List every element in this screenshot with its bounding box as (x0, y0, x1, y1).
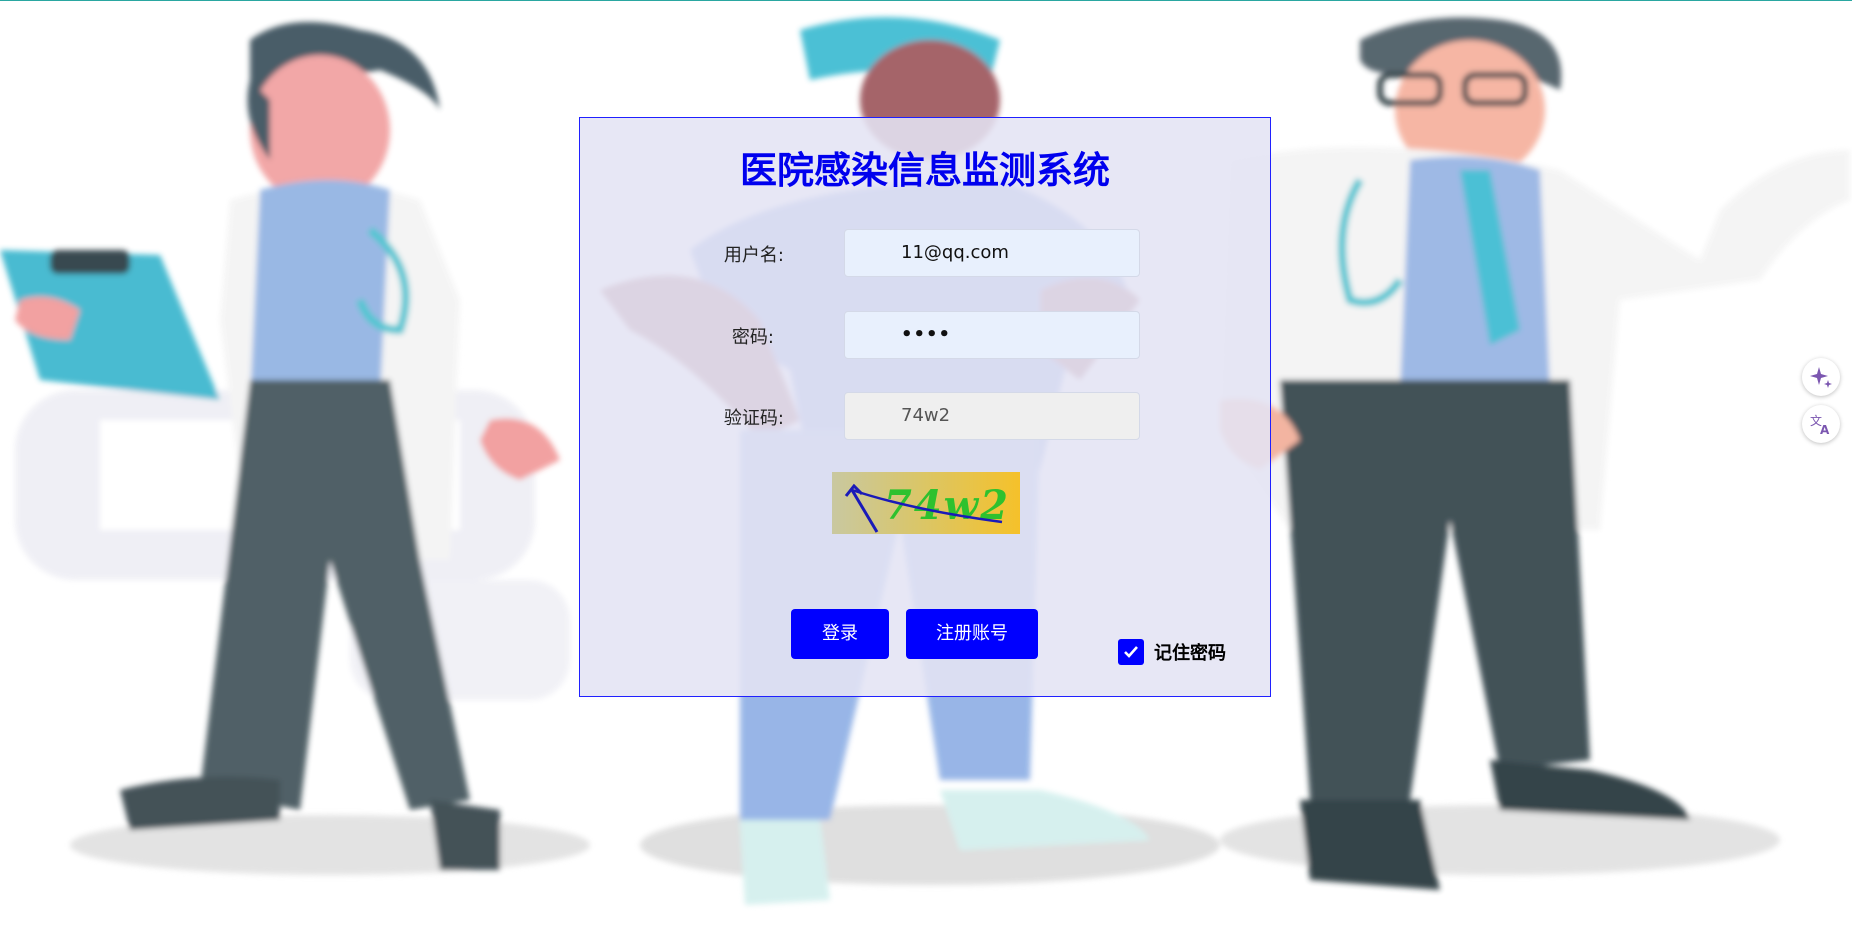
login-button[interactable]: 登录 (791, 609, 889, 659)
captcha-noise-lines (844, 483, 1003, 533)
password-label: 密码: (731, 327, 774, 348)
svg-text:A: A (1820, 423, 1830, 436)
login-panel: 医院感染信息监测系统 用户名: 11@qq.com 密码: •••• 验证码: … (579, 117, 1271, 697)
captcha-label: 验证码: (723, 408, 784, 429)
captcha-input[interactable]: 74w2 (844, 392, 1140, 440)
remember-password[interactable]: 记住密码 (1118, 639, 1226, 665)
username-label: 用户名: (723, 245, 784, 266)
remember-label: 记住密码 (1154, 643, 1226, 664)
username-field[interactable]: 11@qq.com (844, 229, 1140, 277)
register-button[interactable]: 注册账号 (906, 609, 1038, 659)
remember-checkbox[interactable] (1118, 639, 1144, 665)
captcha-image[interactable]: 74w2 (832, 472, 1020, 534)
check-icon (1124, 646, 1138, 658)
page-title: 医院感染信息监测系统 (740, 149, 1110, 192)
sparkle-icon[interactable] (1802, 358, 1840, 396)
translate-icon[interactable]: 文 A (1802, 405, 1840, 443)
password-field[interactable]: •••• (844, 311, 1140, 359)
